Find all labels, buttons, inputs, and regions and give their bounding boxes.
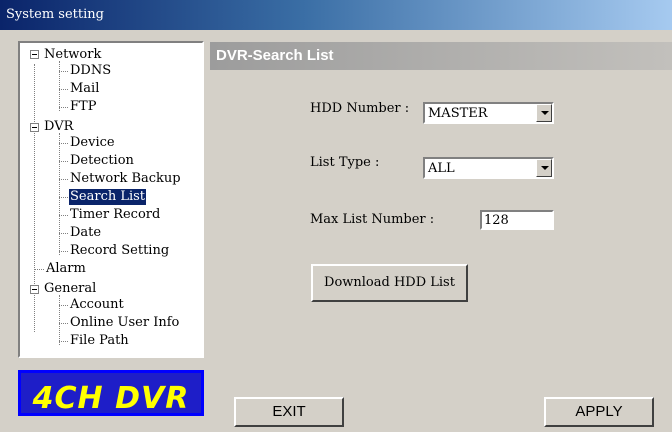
apply-button[interactable]: APPLY [544,397,654,427]
panel-title: DVR-Search List [216,47,334,64]
tree-item-record-setting[interactable]: Record Setting [70,243,169,259]
tree-connector [59,323,68,324]
tree-network-branch-line [59,61,60,111]
dropdown-arrow-icon[interactable] [536,159,552,177]
tree-connector [59,197,68,198]
exit-button[interactable]: EXIT [234,397,344,427]
hdd-number-label: HDD Number : [310,101,410,116]
dropdown-arrow-icon[interactable] [536,104,552,122]
tree-item-dvr[interactable]: DVR [44,119,73,135]
window-title-bar: System setting [0,0,672,30]
list-type-select[interactable]: ALL [423,157,554,179]
tree-connector [59,215,68,216]
tree-connector [59,89,68,90]
tree-item-network-backup[interactable]: Network Backup [70,171,181,187]
product-logo: 4CH DVR [18,370,204,416]
collapse-dvr-icon[interactable] [30,123,39,132]
panel-header: DVR-Search List [210,42,672,70]
tree-connector [59,107,68,108]
tree-connector [59,71,68,72]
tree-item-ftp[interactable]: FTP [70,99,96,115]
tree-dvr-branch-line [59,133,60,255]
settings-tree[interactable]: Network DDNS Mail FTP DVR Device Detecti… [18,41,204,358]
tree-item-detection[interactable]: Detection [70,153,134,169]
tree-item-network[interactable]: Network [44,47,101,63]
logo-text: 4CH DVR [32,381,190,416]
max-list-number-value: 128 [484,213,509,228]
collapse-general-icon[interactable] [30,285,39,294]
tree-item-search-list[interactable]: Search List [69,189,147,205]
tree-item-ddns[interactable]: DDNS [70,63,111,79]
tree-connector [34,269,44,270]
window-title: System setting [6,7,104,22]
tree-connector [59,143,68,144]
hdd-number-value: MASTER [428,106,488,121]
tree-connector [59,179,68,180]
tree-item-account[interactable]: Account [70,297,124,313]
tree-connector [59,251,68,252]
tree-connector [59,341,68,342]
tree-item-device[interactable]: Device [70,135,115,151]
hdd-number-select[interactable]: MASTER [423,102,554,124]
tree-item-date[interactable]: Date [70,225,101,241]
tree-connector [59,161,68,162]
tree-item-timer-record[interactable]: Timer Record [70,207,160,223]
list-type-label: List Type : [310,155,380,170]
tree-connector [59,233,68,234]
tree-connector [59,305,68,306]
max-list-number-label: Max List Number : [310,212,435,227]
tree-item-mail[interactable]: Mail [70,81,99,97]
tree-item-general[interactable]: General [44,281,96,297]
max-list-number-input[interactable]: 128 [480,210,554,230]
download-hdd-list-button[interactable]: Download HDD List [311,264,468,302]
list-type-value: ALL [428,161,455,176]
tree-general-branch-line [59,295,60,345]
tree-item-alarm[interactable]: Alarm [46,261,86,277]
tree-item-file-path[interactable]: File Path [70,333,129,349]
collapse-network-icon[interactable] [30,50,39,59]
tree-item-online-user-info[interactable]: Online User Info [70,315,179,331]
